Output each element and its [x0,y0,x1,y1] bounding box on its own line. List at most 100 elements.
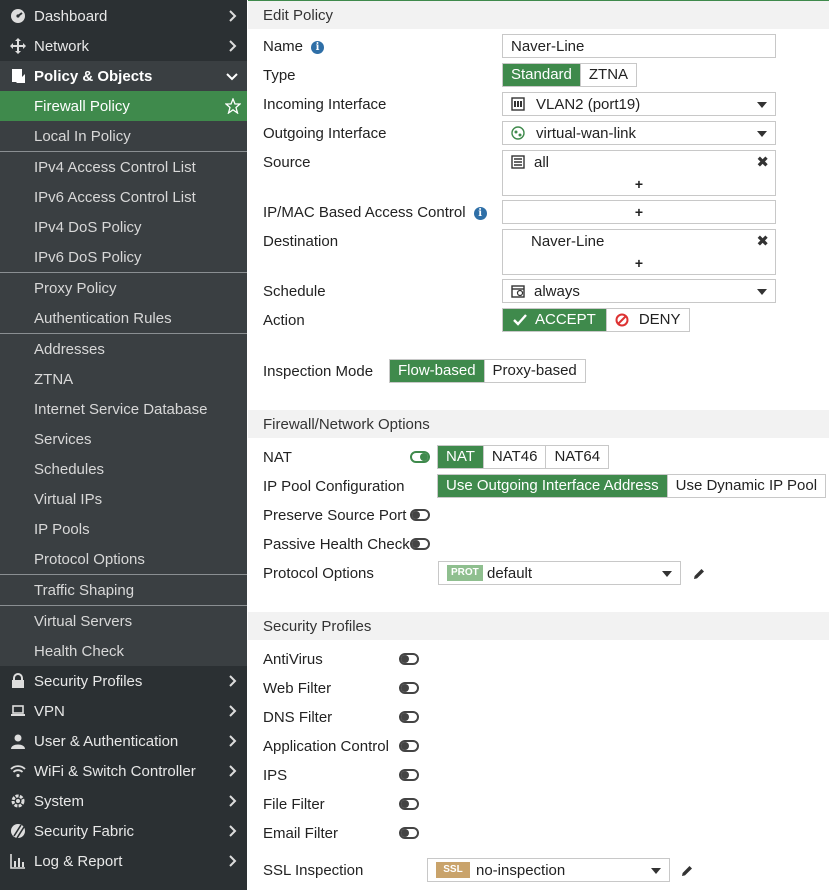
action-label: Action [263,312,305,329]
remove-source-icon[interactable]: ✖ [756,153,769,171]
nav-label: WiFi & Switch Controller [34,762,196,780]
lock-icon [9,672,27,690]
destination-field[interactable]: Naver-Line ✖ + [502,229,776,275]
section-header-security-profiles: Security Profiles [248,612,829,640]
nav-dashboard[interactable]: Dashboard [0,1,247,31]
add-destination-button[interactable]: + [635,255,643,271]
schedule-select[interactable]: always [502,279,776,303]
section-title: Firewall/Network Options [263,416,430,433]
antivirus-toggle[interactable] [399,653,419,665]
outgoing-interface-select[interactable]: virtual-wan-link [502,121,776,145]
nav-vpn[interactable]: VPN [0,696,247,726]
nav-user-authentication[interactable]: User & Authentication [0,726,247,756]
nav-wifi-switch[interactable]: WiFi & Switch Controller [0,756,247,786]
nav-network[interactable]: Network [0,31,247,61]
sidebar-item-ipv6-dos[interactable]: IPv6 DoS Policy [0,242,247,272]
section-header-firewall: Firewall/Network Options [248,410,829,438]
sidebar-item-internet-service-db[interactable]: Internet Service Database [0,394,247,424]
incoming-interface-select[interactable]: VLAN2 (port19) [502,92,776,116]
protocol-options-select[interactable]: PROT default [438,561,681,585]
nav-policy-objects[interactable]: Policy & Objects [0,61,247,91]
email-filter-toggle[interactable] [399,827,419,839]
sidebar-item-proxy-policy[interactable]: Proxy Policy [0,273,247,303]
schedule-icon [511,285,525,298]
sidebar-item-virtual-ips[interactable]: Virtual IPs [0,484,247,514]
ips-toggle[interactable] [399,769,419,781]
nav-label: User & Authentication [34,732,179,750]
preserve-source-port-label: Preserve Source Port [263,507,407,524]
sidebar-item-authentication-rules[interactable]: Authentication Rules [0,303,247,333]
nav-label: Log & Report [34,852,123,870]
use-outgoing-interface-option[interactable]: Use Outgoing Interface Address [438,475,668,497]
nav-label: Services [34,430,92,448]
sidebar-item-ip-pools[interactable]: IP Pools [0,514,247,544]
sidebar-item-ipv6-acl[interactable]: IPv6 Access Control List [0,182,247,212]
flow-based-option[interactable]: Flow-based [390,360,485,382]
nat64-option[interactable]: NAT64 [546,446,608,468]
prot-badge: PROT [447,565,483,581]
source-field[interactable]: all ✖ + [502,150,776,196]
info-icon[interactable]: i [311,41,325,54]
use-dynamic-ip-pool-option[interactable]: Use Dynamic IP Pool [668,475,825,497]
name-value: Naver-Line [511,38,585,55]
sidebar-item-protocol-options[interactable]: Protocol Options [0,544,247,574]
nav-security-profiles[interactable]: Security Profiles [0,666,247,696]
dns-filter-toggle[interactable] [399,711,419,723]
sidebar-item-ztna[interactable]: ZTNA [0,364,247,394]
nav-label: IPv6 Access Control List [34,188,196,206]
sidebar-item-schedules[interactable]: Schedules [0,454,247,484]
name-input[interactable]: Naver-Line [502,34,776,58]
dashboard-icon [9,7,27,25]
nav-system[interactable]: System [0,786,247,816]
add-ipmac-button[interactable]: + [635,204,643,220]
passive-health-check-toggle[interactable] [410,538,430,550]
laptop-icon [9,702,27,720]
nat-toggle[interactable] [410,451,430,463]
file-filter-toggle[interactable] [399,798,419,810]
add-source-button[interactable]: + [635,176,643,192]
type-ztna-option[interactable]: ZTNA [581,64,636,86]
sidebar-item-health-check[interactable]: Health Check [0,636,247,666]
star-icon[interactable] [225,98,241,114]
destination-entry: Naver-Line [531,233,605,250]
ssl-inspection-select[interactable]: SSL no-inspection [427,858,670,882]
preserve-source-port-toggle[interactable] [410,509,430,521]
nav-label: Addresses [34,340,105,358]
proxy-based-option[interactable]: Proxy-based [485,360,585,382]
action-deny-option[interactable]: DENY [607,309,689,331]
chart-icon [9,852,27,870]
application-control-label: Application Control [263,738,389,755]
nav-label: System [34,792,85,810]
sidebar-item-local-in-policy[interactable]: Local In Policy [0,121,247,151]
sidebar-item-traffic-shaping[interactable]: Traffic Shaping [0,575,247,605]
fabric-icon [9,822,27,840]
sidebar-item-firewall-policy[interactable]: Firewall Policy [0,91,247,121]
nav-label: Virtual Servers [34,612,133,630]
sidebar-item-ipv4-acl[interactable]: IPv4 Access Control List [0,152,247,182]
sidebar-item-services[interactable]: Services [0,424,247,454]
nat46-option[interactable]: NAT46 [484,446,547,468]
nav-label: Local In Policy [34,127,131,145]
application-control-toggle[interactable] [399,740,419,752]
nav-log-report[interactable]: Log & Report [0,846,247,876]
schedule-value: always [534,283,580,300]
sidebar-item-addresses[interactable]: Addresses [0,334,247,364]
nav-security-fabric[interactable]: Security Fabric [0,816,247,846]
antivirus-label: AntiVirus [263,651,323,668]
ipmac-field[interactable]: + [502,200,776,224]
edit-pencil-icon[interactable] [692,567,706,581]
action-accept-option[interactable]: ACCEPT [503,309,607,331]
info-icon[interactable]: i [473,207,487,220]
sidebar-item-ipv4-dos[interactable]: IPv4 DoS Policy [0,212,247,242]
sidebar-item-virtual-servers[interactable]: Virtual Servers [0,606,247,636]
type-standard-option[interactable]: Standard [503,64,581,86]
remove-destination-icon[interactable]: ✖ [756,232,769,250]
nat-option[interactable]: NAT [438,446,484,468]
file-filter-label: File Filter [263,796,325,813]
web-filter-toggle[interactable] [399,682,419,694]
ips-label: IPS [263,767,288,784]
nav-label: IPv6 DoS Policy [34,248,142,266]
edit-pencil-icon[interactable] [680,864,694,878]
incoming-interface-label: Incoming Interface [263,96,387,113]
caret-down-icon [757,131,767,137]
